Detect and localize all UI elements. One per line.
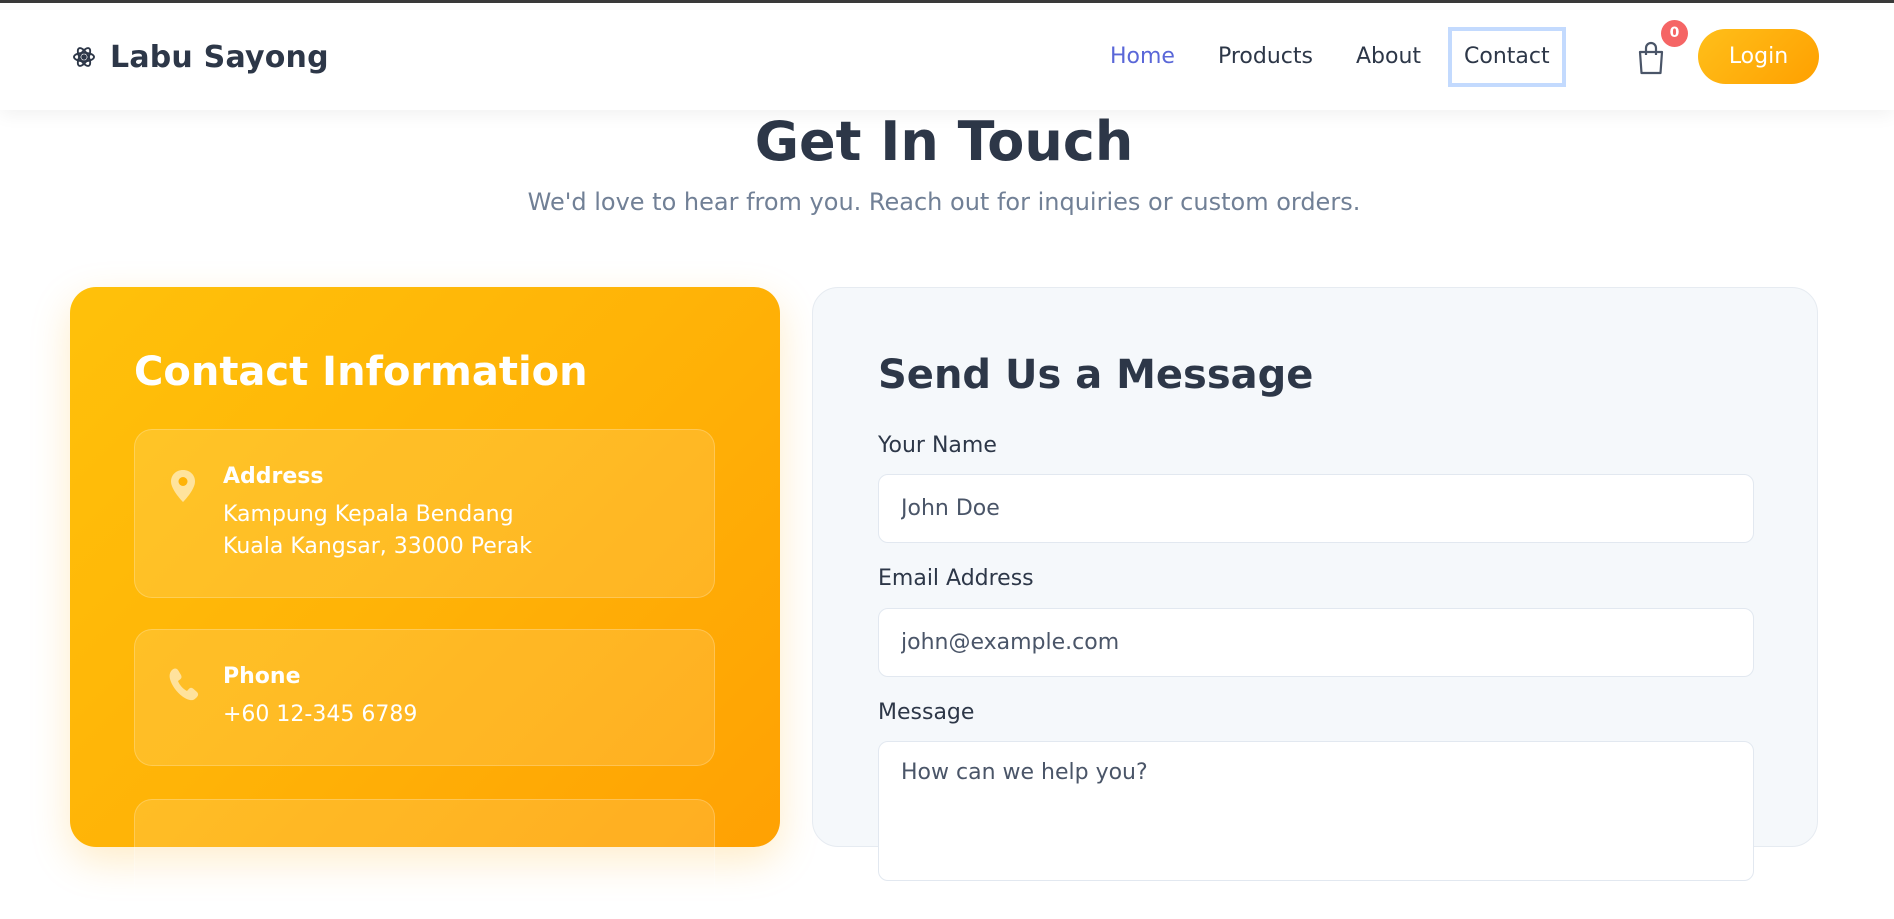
- message-textarea[interactable]: [878, 741, 1754, 881]
- contact-info-card: Contact Information Address Kampung Kepa…: [70, 287, 780, 919]
- page-title: Get In Touch: [754, 110, 1134, 173]
- contact-info-item: [134, 799, 715, 919]
- email-label: Email Address: [878, 566, 1034, 591]
- name-label: Your Name: [878, 433, 997, 458]
- address-line-1: Kampung Kepala Bendang: [223, 502, 514, 527]
- site-header: Labu Sayong Home Products About Contact …: [0, 3, 1894, 110]
- brand-logo[interactable]: Labu Sayong: [72, 35, 329, 79]
- nav-contact-link[interactable]: Contact: [1448, 27, 1566, 87]
- address-item: Address Kampung Kepala Bendang Kuala Kan…: [134, 429, 715, 598]
- email-input[interactable]: [878, 608, 1754, 677]
- address-label: Address: [223, 464, 324, 489]
- form-title: Send Us a Message: [878, 352, 1314, 398]
- atom-icon: [72, 45, 96, 69]
- cart-button[interactable]: [1636, 41, 1666, 75]
- brand-name: Labu Sayong: [110, 39, 329, 75]
- name-input[interactable]: [878, 474, 1754, 543]
- cart-count-badge: 0: [1661, 20, 1688, 47]
- login-button[interactable]: Login: [1698, 29, 1819, 84]
- nav-about-link[interactable]: About: [1356, 27, 1421, 87]
- contact-info-title: Contact Information: [134, 349, 588, 395]
- nav-products-link[interactable]: Products: [1218, 27, 1313, 87]
- message-label: Message: [878, 700, 975, 725]
- phone-number[interactable]: +60 12-345 6789: [223, 702, 417, 727]
- page-subtitle: We'd love to hear from you. Reach out fo…: [527, 188, 1361, 216]
- map-pin-icon: [167, 468, 199, 504]
- address-line-2: Kuala Kangsar, 33000 Perak: [223, 534, 533, 559]
- main-nav: Home Products About Contact: [1110, 27, 1566, 87]
- phone-label: Phone: [223, 664, 301, 689]
- phone-item: Phone +60 12-345 6789: [134, 629, 715, 766]
- shopping-bag-icon: [1636, 41, 1666, 75]
- nav-home-link[interactable]: Home: [1110, 27, 1175, 87]
- phone-icon: [167, 666, 199, 702]
- message-form-card: Send Us a Message Your Name Email Addres…: [812, 287, 1818, 881]
